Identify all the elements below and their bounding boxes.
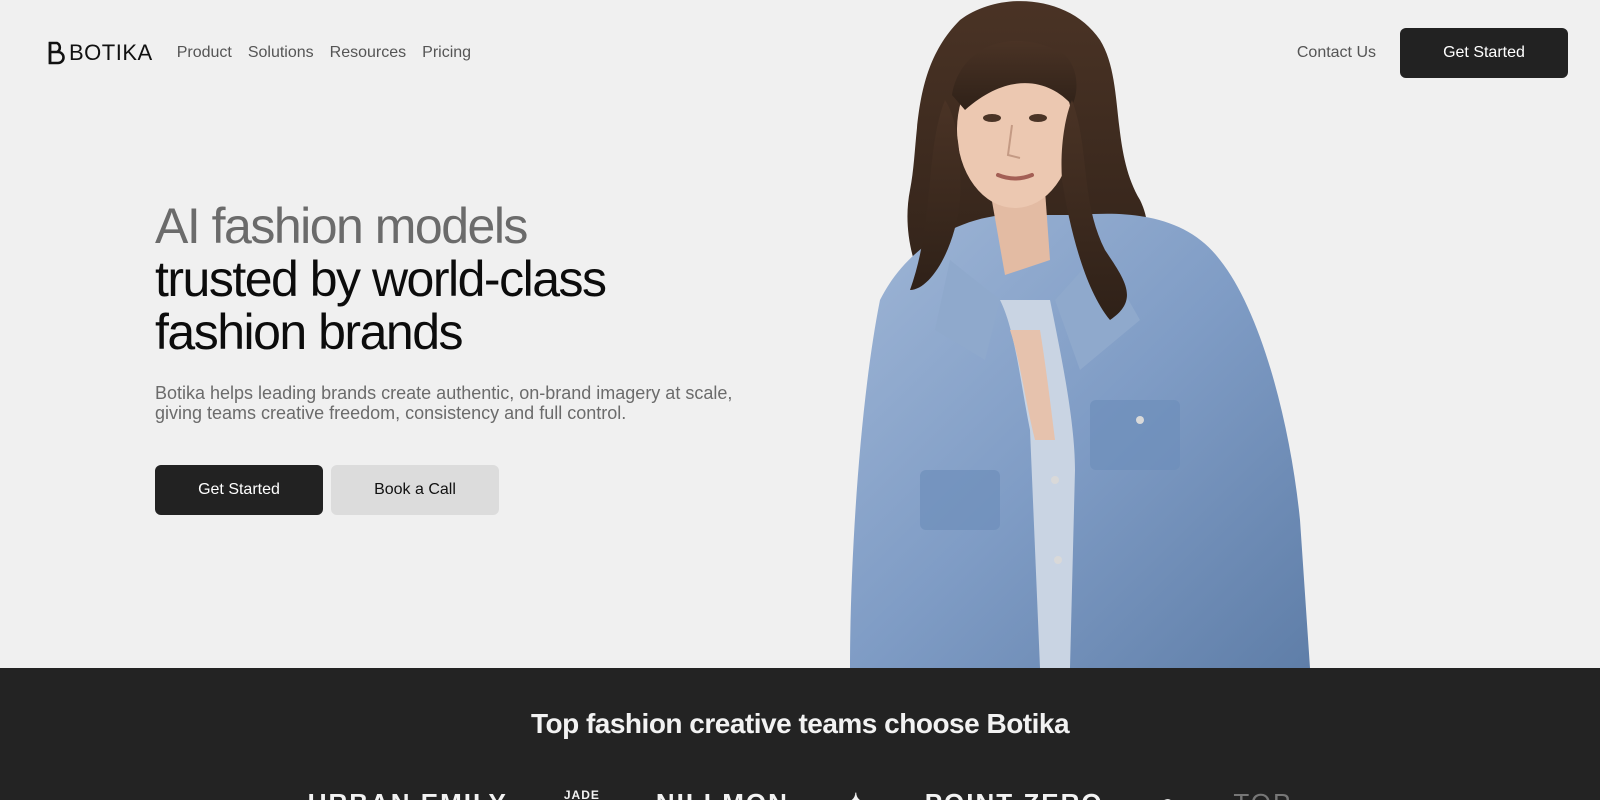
subtext-line-2: giving teams creative freedom, consisten… xyxy=(155,403,627,423)
nav-link-pricing[interactable]: Pricing xyxy=(422,44,471,62)
hero-headline: AI fashion models trusted by world-class… xyxy=(155,200,775,359)
botika-logo-icon xyxy=(48,41,65,65)
brand-logo-jade: JADE xyxy=(563,788,600,800)
nav-get-started-button[interactable]: Get Started xyxy=(1400,28,1568,78)
headline-muted-line: AI fashion models xyxy=(155,198,528,254)
brand-logo-row: URBAN EMILY JADE NILI MON ✦ POINT ZERO ●… xyxy=(0,788,1600,800)
headline-line-3: fashion brands xyxy=(155,304,464,360)
nav-actions: Contact Us Get Started xyxy=(1297,28,1568,78)
brand-logo-nili-mon: NILI MON xyxy=(656,788,789,800)
brand-name: BOTIKA xyxy=(69,40,153,65)
hero-subtext: Botika helps leading brands create authe… xyxy=(155,383,755,423)
brand-logo-mark: ✦ xyxy=(845,788,869,800)
subtext-line-1: Botika helps leading brands create authe… xyxy=(155,383,733,403)
hero-section: AI fashion models trusted by world-class… xyxy=(155,200,775,515)
brand-logo[interactable]: BOTIKA xyxy=(47,40,153,66)
top-nav: BOTIKA Product Solutions Resources Prici… xyxy=(0,0,1600,106)
nav-link-resources[interactable]: Resources xyxy=(330,44,406,62)
headline-line-2: trusted by world-class xyxy=(155,251,607,307)
hero-cta-group: Get Started Book a Call xyxy=(155,465,775,515)
brand-logo-point-zero: POINT ZERO xyxy=(925,788,1104,800)
brand-logo-top: TOP xyxy=(1233,788,1292,800)
brand-logo-urban-emily: URBAN EMILY xyxy=(308,788,508,800)
customer-logos-band: Top fashion creative teams choose Botika… xyxy=(0,668,1600,800)
logos-band-title: Top fashion creative teams choose Botika xyxy=(530,708,1070,739)
contact-us-link[interactable]: Contact Us xyxy=(1297,44,1376,62)
hero-get-started-button[interactable]: Get Started xyxy=(155,465,323,515)
book-a-call-button[interactable]: Book a Call xyxy=(331,465,499,515)
primary-nav: Product Solutions Resources Pricing xyxy=(177,44,471,62)
brand-logo-dot: ● xyxy=(1160,788,1178,800)
nav-link-product[interactable]: Product xyxy=(177,44,232,62)
nav-link-solutions[interactable]: Solutions xyxy=(248,44,314,62)
